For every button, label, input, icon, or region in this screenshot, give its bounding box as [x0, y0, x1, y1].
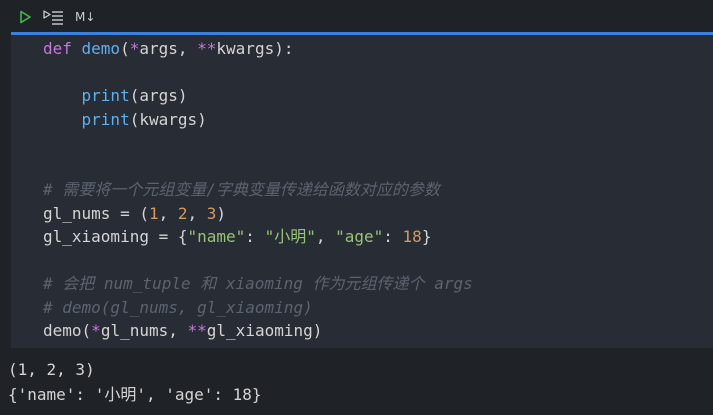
code-token: (kwargs) [129, 109, 207, 129]
code-token: ) [216, 203, 227, 223]
code-token: * [129, 39, 140, 58]
code-token: 2 [177, 203, 188, 223]
code-token: (args) [129, 86, 188, 105]
code-line: demo(*gl_nums, **gl_xiaoming) [43, 319, 473, 343]
code-token: 1 [148, 203, 159, 223]
code-token: 3 [206, 203, 217, 223]
code-token: ** [197, 39, 217, 58]
output-line: {'name': '小明', 'age': 18} [8, 385, 262, 404]
run-below-icon [43, 10, 63, 25]
code-token: "小明" [264, 227, 316, 246]
code-token: , [158, 203, 178, 223]
code-token: : [245, 227, 265, 246]
run-below-button[interactable] [43, 6, 65, 28]
code-token: "name" [187, 227, 246, 246]
code-token: * [91, 321, 101, 340]
code-token: def [43, 39, 82, 58]
code-token: demo [81, 39, 121, 58]
code-editor[interactable]: def demo(*args, **kwargs): print(args) p… [11, 35, 713, 348]
code-token: print [81, 86, 130, 105]
code-token: demo( [43, 321, 92, 340]
code-token: ** [187, 321, 207, 340]
code-line: # 会把 num_tuple 和 xiaoming 作为元组传递个 args [43, 272, 473, 296]
code-line: def demo(*args, **kwargs): [43, 37, 473, 61]
code-token: print [81, 109, 130, 129]
play-icon [20, 10, 31, 24]
code-token: args, [139, 39, 198, 58]
code-token: : [383, 227, 403, 246]
code-content[interactable]: def demo(*args, **kwargs): print(args) p… [43, 37, 473, 343]
code-token: # demo(gl_nums, gl_xiaoming) [43, 297, 313, 317]
code-token: , [187, 203, 207, 223]
code-token: ( [120, 39, 130, 58]
code-token: # 会把 num_tuple 和 xiaoming 作为元组传递个 args [43, 274, 473, 293]
cell-toolbar: M↓ [0, 0, 713, 33]
code-line: print(kwargs) [43, 108, 473, 132]
code-token: gl_xiaoming = { [43, 227, 188, 246]
code-line: # demo(gl_nums, gl_xiaoming) [43, 296, 473, 320]
change-to-markdown-button[interactable]: M↓ [75, 6, 95, 28]
code-token: } [421, 227, 432, 246]
code-token: kwargs): [216, 39, 294, 58]
output-line: (1, 2, 3) [8, 360, 95, 379]
code-token: 18 [402, 227, 422, 246]
code-token: "age" [335, 227, 384, 246]
code-token: gl_nums, [100, 321, 188, 340]
code-token: # 需要将一个元组变量/字典变量传递给函数对应的参数 [43, 180, 440, 199]
code-line: # 需要将一个元组变量/字典变量传递给函数对应的参数 [43, 178, 473, 202]
code-token: gl_xiaoming) [206, 321, 323, 340]
code-line: print(args) [43, 84, 473, 108]
run-cell-button[interactable] [16, 6, 34, 28]
code-line: gl_xiaoming = {"name": "小明", "age": 18} [43, 225, 473, 249]
code-line: gl_nums = (1, 2, 3) [43, 202, 473, 226]
code-token: , [315, 227, 336, 246]
code-token: gl_nums = ( [43, 203, 149, 223]
cell-output: (1, 2, 3) {'name': '小明', 'age': 18} [0, 354, 713, 415]
notebook-cell: M↓ def demo(*args, **kwargs): print(args… [0, 0, 713, 415]
